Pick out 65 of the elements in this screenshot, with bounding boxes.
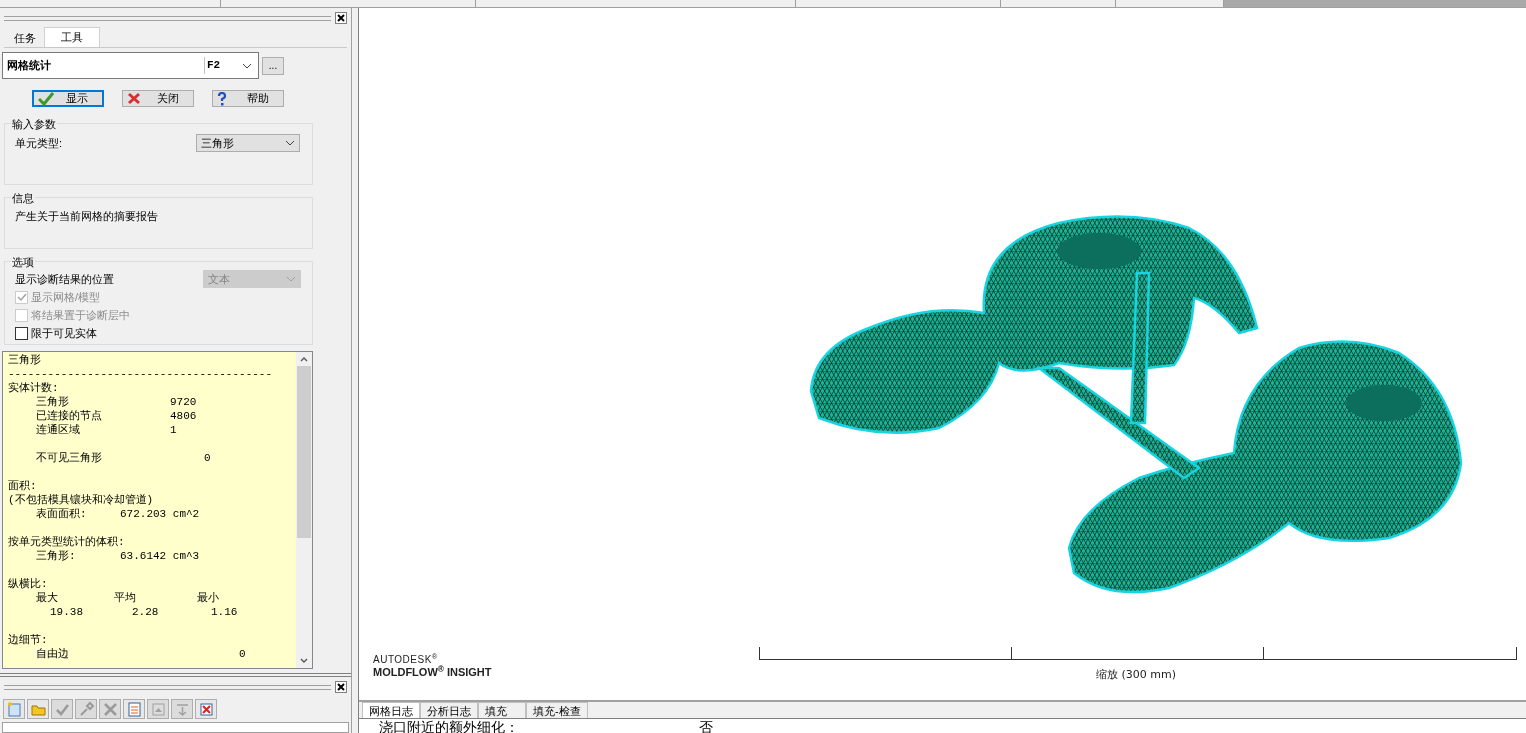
log-tab[interactable]: 分析日志	[420, 702, 478, 718]
chevron-down-icon	[286, 276, 296, 282]
log-tab[interactable]: 网格日志	[362, 702, 420, 718]
report-text: 1.16	[211, 605, 238, 619]
scale-label: 缩放 (300 mm)	[1096, 667, 1176, 683]
delete-icon[interactable]	[195, 699, 217, 719]
group-title: 选项	[11, 254, 35, 271]
element-type-dropdown[interactable]: 三角形	[196, 134, 300, 152]
checkbox-label: 显示网格/模型	[31, 289, 101, 305]
report-text: 0	[239, 647, 246, 661]
scrollbar[interactable]	[296, 352, 312, 668]
action-button[interactable]: 帮助	[212, 90, 284, 107]
report-text: ----------------------------------------	[8, 367, 273, 381]
action-button[interactable]: 关闭	[122, 90, 194, 107]
report-text: 最小	[197, 591, 219, 605]
log-text: 否	[699, 719, 713, 733]
report-text: 连通区域	[36, 423, 80, 437]
list-icon[interactable]	[123, 699, 145, 719]
report-text: 三角形:	[36, 549, 76, 563]
info-text: 产生关于当前网格的摘要报告	[15, 209, 158, 224]
report-text: 2.28	[132, 605, 159, 619]
report-text: (不包括模具镶块和冷却管道)	[8, 493, 154, 507]
question-mark-icon	[217, 91, 227, 106]
report-text: 边细节:	[8, 633, 48, 647]
logo-text: AUTODESK$^{®}$	[373, 653, 439, 665]
action-button[interactable]: 显示	[32, 90, 104, 107]
report-text: 1	[170, 423, 177, 437]
report-text: 平均	[114, 591, 136, 605]
check-icon	[38, 91, 54, 106]
panel-tab[interactable]: 工具	[44, 27, 100, 47]
group-title: 信息	[11, 190, 35, 207]
report-text: 表面面积:	[36, 507, 87, 521]
scroll-thumb[interactable]	[297, 366, 311, 538]
report-text: 面积:	[8, 479, 37, 493]
report-text: 672.203 cm^2	[120, 507, 200, 521]
chevron-down-icon	[285, 140, 295, 146]
report-text: 最大	[36, 591, 58, 605]
group-title: 输入参数	[11, 116, 57, 133]
checkbox-label: 将结果置于诊断层中	[31, 307, 130, 323]
tool-dropdown[interactable]: 网格统计 F2	[2, 52, 259, 79]
report-text: 0	[204, 451, 211, 465]
more-button[interactable]: ...	[262, 56, 284, 75]
report-text: 9720	[170, 395, 197, 409]
report-text: 三角形	[8, 353, 41, 367]
chevron-down-icon	[242, 62, 252, 69]
report-text: 63.6142 cm^3	[120, 549, 200, 563]
report-text: 三角形	[36, 395, 69, 409]
report-text: 实体计数:	[8, 381, 59, 395]
close-icon[interactable]	[335, 12, 347, 24]
logo-text: MOLDFLOW$^{®}$ INSIGHT	[373, 666, 492, 679]
report-text: 纵横比:	[8, 577, 48, 591]
report-text: 按单元类型统计的体积:	[8, 535, 125, 549]
report-text: 4806	[170, 409, 197, 423]
field-label: 单元类型:	[15, 135, 63, 151]
report-text: 自由边	[36, 647, 69, 661]
report-text: 19.38	[50, 605, 83, 619]
log-tab[interactable]: 填充-检查	[526, 702, 588, 718]
field-label: 显示诊断结果的位置	[15, 271, 114, 287]
close-icon[interactable]	[335, 681, 347, 693]
checkbox-label: 限于可见实体	[31, 325, 97, 341]
report-text: 不可见三角形	[36, 451, 102, 465]
cross-icon	[127, 92, 141, 105]
log-tab[interactable]: 填充	[478, 702, 526, 718]
checkbox[interactable]	[15, 326, 28, 340]
report-text: 已连接的节点	[36, 409, 102, 423]
